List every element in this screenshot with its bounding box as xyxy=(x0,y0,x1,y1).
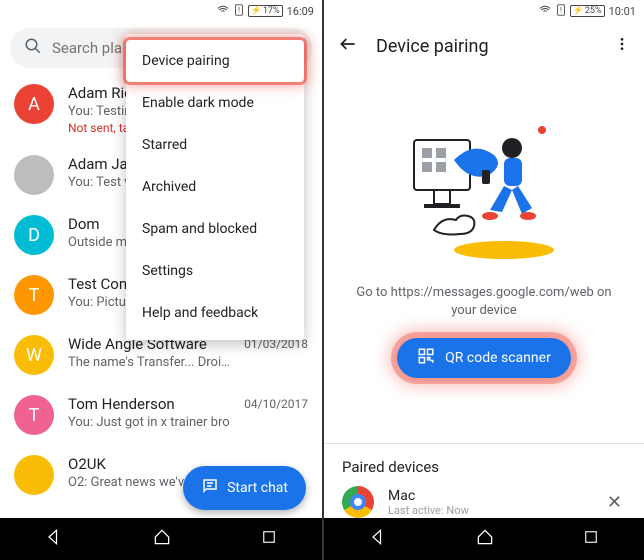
nav-home-icon[interactable] xyxy=(475,527,495,551)
avatar: A xyxy=(14,84,54,124)
date: 04/10/2017 xyxy=(244,395,308,411)
more-icon[interactable] xyxy=(614,36,630,56)
search-icon xyxy=(24,37,42,59)
back-icon[interactable] xyxy=(338,34,358,58)
device-name: Mac xyxy=(388,488,589,504)
nav-back-icon[interactable] xyxy=(368,527,388,551)
menu-help-feedback[interactable]: Help and feedback xyxy=(126,292,304,334)
remove-device-icon[interactable]: ✕ xyxy=(603,488,626,517)
svg-text:!: ! xyxy=(560,5,562,14)
avatar xyxy=(14,455,54,495)
android-navbar xyxy=(0,518,322,560)
start-chat-button[interactable]: Start chat xyxy=(183,466,306,510)
menu-dark-mode[interactable]: Enable dark mode xyxy=(126,82,304,124)
phone-right: ! ⚡25% 10:01 Device pairing xyxy=(322,0,644,560)
qr-scanner-button[interactable]: QR code scanner xyxy=(397,338,571,378)
message-snippet: You: Just got in x trainer bro xyxy=(68,415,230,430)
battery-indicator: ⚡17% xyxy=(248,5,283,17)
nav-recent-icon[interactable] xyxy=(260,528,278,550)
status-bar: ! ⚡17% 16:09 xyxy=(0,0,322,22)
contact-name: Tom Henderson xyxy=(68,395,230,413)
page-title: Device pairing xyxy=(376,36,596,57)
wifi-icon xyxy=(216,4,230,19)
status-bar: ! ⚡25% 10:01 xyxy=(324,0,644,22)
nav-recent-icon[interactable] xyxy=(582,528,600,550)
menu-spam-blocked[interactable]: Spam and blocked xyxy=(126,208,304,250)
menu-archived[interactable]: Archived xyxy=(126,166,304,208)
avatar: W xyxy=(14,335,54,375)
chrome-icon xyxy=(342,486,374,518)
qr-icon xyxy=(417,347,435,369)
nav-home-icon[interactable] xyxy=(152,527,172,551)
menu-device-pairing[interactable]: Device pairing xyxy=(126,40,304,82)
overflow-menu: Device pairing Enable dark mode Starred … xyxy=(126,34,304,340)
svg-text:!: ! xyxy=(238,5,240,14)
warn-icon: ! xyxy=(556,4,566,19)
message-snippet: The name's Transfer... Droid …❗ xyxy=(68,355,230,370)
wifi-icon xyxy=(538,4,552,19)
battery-indicator: ⚡25% xyxy=(570,5,605,17)
qr-button-label: QR code scanner xyxy=(445,350,551,366)
paired-devices-section: Paired devices Mac Last active: Now ✕ xyxy=(324,443,644,518)
nav-back-icon[interactable] xyxy=(44,527,64,551)
clock: 16:09 xyxy=(287,5,314,18)
avatar: T xyxy=(14,395,54,435)
phone-left: ! ⚡17% 16:09 A Adam Ric You: Testing Not… xyxy=(0,0,322,560)
avatar xyxy=(14,155,54,195)
paired-title: Paired devices xyxy=(342,458,626,476)
conversation-item[interactable]: T Tom Henderson You: Just got in x train… xyxy=(0,385,322,445)
clock: 10:01 xyxy=(609,5,636,18)
menu-starred[interactable]: Starred xyxy=(126,124,304,166)
hero-section: Go to https://messages.google.com/web on… xyxy=(324,70,644,443)
android-navbar xyxy=(324,518,644,560)
menu-settings[interactable]: Settings xyxy=(126,250,304,292)
device-status: Last active: Now xyxy=(388,504,589,517)
app-bar: Device pairing xyxy=(324,22,644,70)
avatar: T xyxy=(14,275,54,315)
warn-icon: ! xyxy=(234,4,244,19)
paired-device-row[interactable]: Mac Last active: Now ✕ xyxy=(342,486,626,518)
instruction-text: Go to https://messages.google.com/web on… xyxy=(344,284,624,320)
avatar: D xyxy=(14,215,54,255)
fab-label: Start chat xyxy=(227,480,288,496)
chat-icon xyxy=(201,477,219,499)
pairing-illustration xyxy=(394,100,574,260)
